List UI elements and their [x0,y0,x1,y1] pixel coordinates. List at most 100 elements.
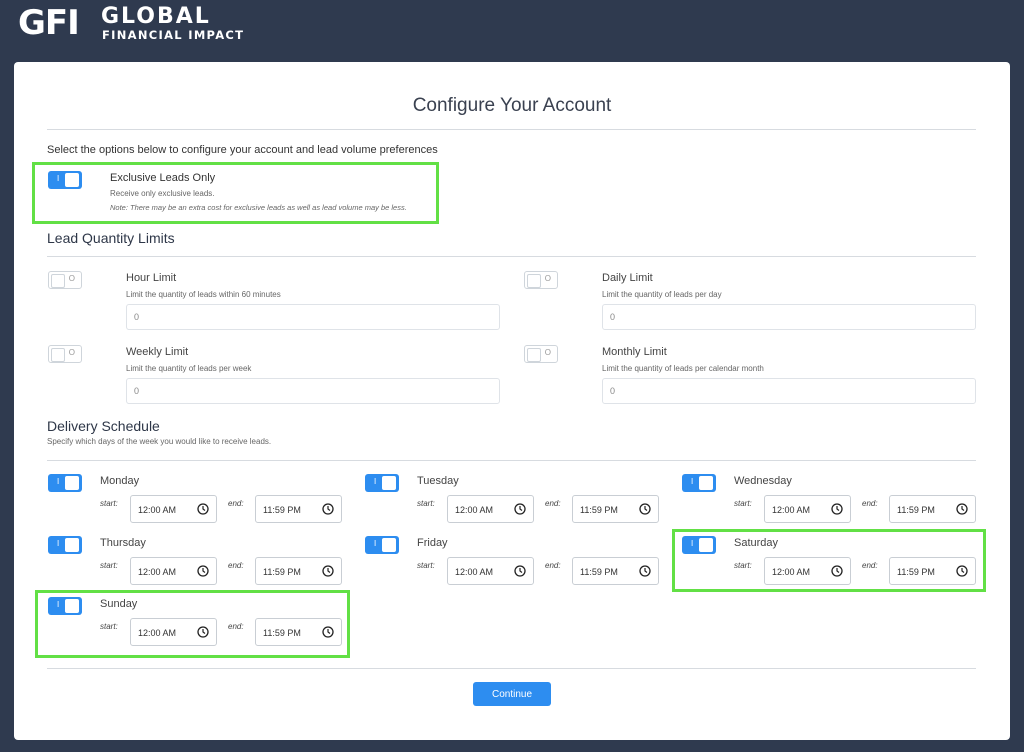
start-label: start: [100,499,118,508]
limits-heading: Lead Quantity Limits [47,230,175,246]
thursday-start-time[interactable]: 12:00 AM [130,557,217,585]
divider [47,256,976,257]
toggle-off-mark: O [544,274,551,283]
daily-limit-value: 0 [610,312,616,322]
time-value: 11:59 PM [580,505,618,515]
thursday-end-time[interactable]: 11:59 PM [255,557,342,585]
toggle-off-mark: O [68,348,75,357]
monday-end-time[interactable]: 11:59 PM [255,495,342,523]
day-label: Wednesday [734,475,792,487]
time-value: 11:59 PM [897,505,935,515]
clock-icon [322,503,334,515]
friday-toggle[interactable]: I [365,536,399,554]
daily-limit-input[interactable]: 0 [602,304,976,330]
end-label: end: [862,499,878,508]
toggle-knob [382,476,396,490]
toggle-knob [527,274,541,288]
hour-limit-label: Hour Limit [126,272,177,284]
sunday-highlight [35,590,350,658]
day-label: Monday [100,475,140,487]
brand-logo-mark: GFI [18,3,80,43]
toggle-knob [527,348,541,362]
start-label: start: [100,561,118,570]
time-value: 12:00 AM [772,505,811,515]
clock-icon [831,503,843,515]
clock-icon [322,565,334,577]
toggle-knob [699,476,713,490]
start-label: start: [417,499,435,508]
toggle-on-mark: I [57,539,60,548]
hour-limit-description: Limit the quantity of leads within 60 mi… [126,290,281,299]
clock-icon [639,503,651,515]
monthly-limit-label: Monthly Limit [602,346,667,358]
toggle-on-mark: I [374,477,377,486]
clock-icon [956,503,968,515]
brand-name-line2: FINANCIAL IMPACT [102,28,245,42]
toggle-on-mark: I [691,477,694,486]
exclusive-leads-highlight [32,162,439,224]
toggle-knob [65,476,79,490]
toggle-off-mark: O [544,348,551,357]
schedule-description: Specify which days of the week you would… [47,437,272,446]
time-value: 12:00 AM [455,505,494,515]
configure-account-panel: Configure Your Account Select the option… [14,62,1010,740]
toggle-knob [51,348,65,362]
monthly-limit-toggle[interactable]: O [524,345,558,363]
monthly-limit-input[interactable]: 0 [602,378,976,404]
daily-limit-toggle[interactable]: O [524,271,558,289]
time-value: 12:00 AM [455,567,494,577]
weekly-limit-toggle[interactable]: O [48,345,82,363]
end-label: end: [545,499,561,508]
time-value: 12:00 AM [138,567,177,577]
tuesday-toggle[interactable]: I [365,474,399,492]
toggle-off-mark: O [68,274,75,283]
intro-text: Select the options below to configure yo… [47,144,438,156]
day-label: Friday [417,537,448,549]
monthly-limit-description: Limit the quantity of leads per calendar… [602,364,764,373]
time-value: 12:00 AM [138,505,177,515]
end-label: end: [228,499,244,508]
time-value: 11:59 PM [580,567,618,577]
toggle-on-mark: I [57,477,60,486]
toggle-knob [65,538,79,552]
friday-start-time[interactable]: 12:00 AM [447,557,534,585]
clock-icon [197,503,209,515]
toggle-knob [51,274,65,288]
divider [47,129,976,130]
day-label: Thursday [100,537,146,549]
schedule-heading: Delivery Schedule [47,418,160,434]
day-label: Tuesday [417,475,459,487]
monthly-limit-value: 0 [610,386,616,396]
clock-icon [639,565,651,577]
toggle-knob [382,538,396,552]
tuesday-end-time[interactable]: 11:59 PM [572,495,659,523]
header: GFI GLOBAL FINANCIAL IMPACT [0,0,1024,62]
time-value: 11:59 PM [263,567,301,577]
weekly-limit-input[interactable]: 0 [126,378,500,404]
start-label: start: [417,561,435,570]
saturday-highlight [672,529,986,592]
weekly-limit-label: Weekly Limit [126,346,189,358]
continue-button[interactable]: Continue [473,682,551,706]
wednesday-start-time[interactable]: 12:00 AM [764,495,851,523]
daily-limit-description: Limit the quantity of leads per day [602,290,722,299]
weekly-limit-description: Limit the quantity of leads per week [126,364,252,373]
hour-limit-toggle[interactable]: O [48,271,82,289]
monday-toggle[interactable]: I [48,474,82,492]
toggle-on-mark: I [374,539,377,548]
friday-end-time[interactable]: 11:59 PM [572,557,659,585]
tuesday-start-time[interactable]: 12:00 AM [447,495,534,523]
weekly-limit-value: 0 [134,386,140,396]
clock-icon [514,565,526,577]
end-label: end: [228,561,244,570]
end-label: end: [545,561,561,570]
hour-limit-input[interactable]: 0 [126,304,500,330]
brand-name-line1: GLOBAL [101,4,211,29]
hour-limit-value: 0 [134,312,140,322]
wednesday-toggle[interactable]: I [682,474,716,492]
clock-icon [514,503,526,515]
time-value: 11:59 PM [263,505,301,515]
monday-start-time[interactable]: 12:00 AM [130,495,217,523]
wednesday-end-time[interactable]: 11:59 PM [889,495,976,523]
thursday-toggle[interactable]: I [48,536,82,554]
